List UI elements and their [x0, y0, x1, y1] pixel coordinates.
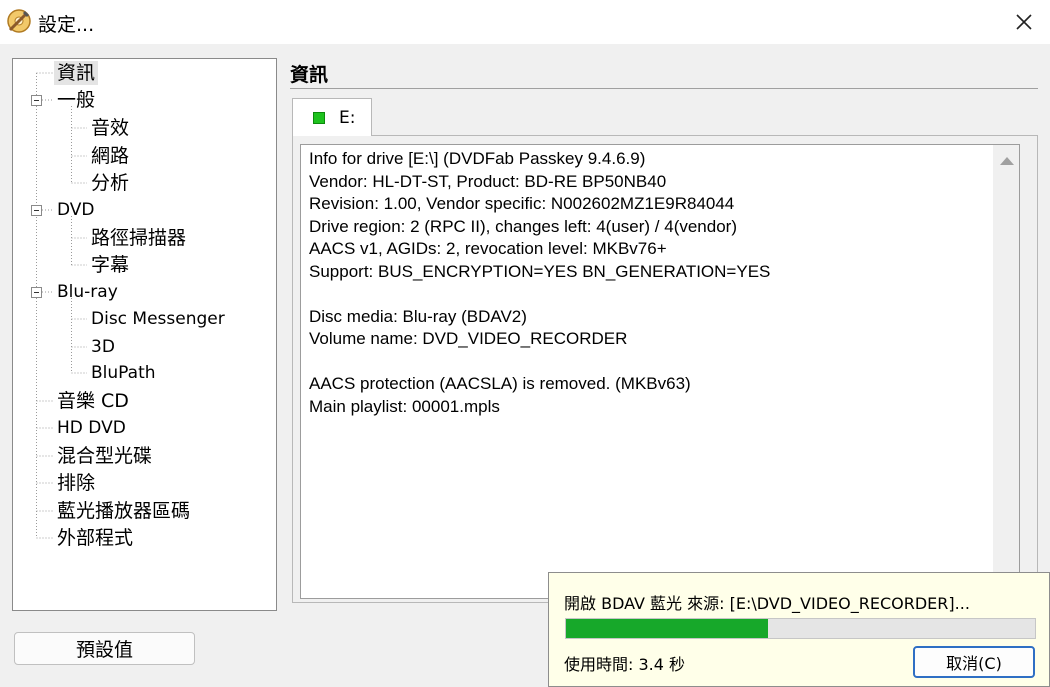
progress-message: 開啟 BDAV 藍光 來源: [E:\DVD_VIDEO_RECORDER]..…	[564, 594, 970, 613]
tree-item-dvd[interactable]: DVD	[57, 198, 95, 222]
tab-drive-e[interactable]: E:	[292, 98, 372, 136]
section-divider	[290, 88, 1038, 89]
tree-item-network[interactable]: 網路	[91, 144, 129, 168]
progress-bar	[565, 618, 1036, 639]
tree-item-subtitles[interactable]: 字幕	[91, 253, 129, 277]
tree-item-bluray[interactable]: Blu-ray	[57, 280, 118, 304]
tree-item-audio[interactable]: 音效	[91, 116, 129, 140]
tree-lines	[36, 72, 87, 539]
window-title: 設定...	[38, 14, 95, 36]
elapsed-time: 使用時間: 3.4 秒	[564, 655, 686, 674]
section-title: 資訊	[290, 64, 329, 86]
cancel-button[interactable]: 取消(C)	[913, 646, 1035, 678]
app-icon	[7, 9, 31, 33]
vertical-scrollbar[interactable]	[993, 145, 1019, 598]
tree-item-3d[interactable]: 3D	[91, 335, 115, 359]
tree-item-bluray-region[interactable]: 藍光播放器區碼	[57, 499, 190, 523]
tree-item-blupath[interactable]: BluPath	[91, 361, 156, 385]
tree-item-general[interactable]: 一般	[57, 88, 95, 112]
progress-bar-fill	[566, 619, 768, 638]
tree-item-audio-cd[interactable]: 音樂 CD	[57, 389, 129, 413]
drive-info-textbox[interactable]: Info for drive [E:\] (DVDFab Passkey 9.4…	[300, 144, 1020, 599]
progress-popup: 開啟 BDAV 藍光 來源: [E:\DVD_VIDEO_RECORDER]..…	[548, 572, 1050, 687]
tree-item-analysis[interactable]: 分析	[91, 171, 129, 195]
drive-info-text: Info for drive [E:\] (DVDFab Passkey 9.4…	[309, 149, 771, 416]
close-button[interactable]	[998, 0, 1050, 44]
tree-item-hd-dvd[interactable]: HD DVD	[57, 416, 126, 440]
tab-label: E:	[339, 108, 356, 128]
collapse-toggle-bluray[interactable]	[31, 287, 42, 298]
tree-item-exclude[interactable]: 排除	[57, 471, 95, 495]
collapse-toggle-general[interactable]	[31, 95, 42, 106]
scroll-up-icon[interactable]	[1000, 157, 1014, 165]
close-icon	[1016, 14, 1032, 30]
drive-status-icon	[313, 112, 325, 124]
tree-item-info[interactable]: 資訊	[54, 61, 99, 85]
defaults-button[interactable]: 預設值	[14, 632, 195, 665]
tree-item-disc-messenger[interactable]: Disc Messenger	[91, 307, 225, 331]
settings-tree[interactable]: 資訊 一般 音效 網路 分析 DVD 路徑掃描器 字幕 Blu-ray Disc…	[12, 58, 277, 611]
tree-item-external-programs[interactable]: 外部程式	[57, 526, 133, 550]
tree-item-path-scanner[interactable]: 路徑掃描器	[91, 226, 186, 250]
title-bar: 設定...	[0, 0, 1050, 44]
tree-item-hybrid-disc[interactable]: 混合型光碟	[57, 444, 152, 468]
collapse-toggle-dvd[interactable]	[31, 205, 42, 216]
